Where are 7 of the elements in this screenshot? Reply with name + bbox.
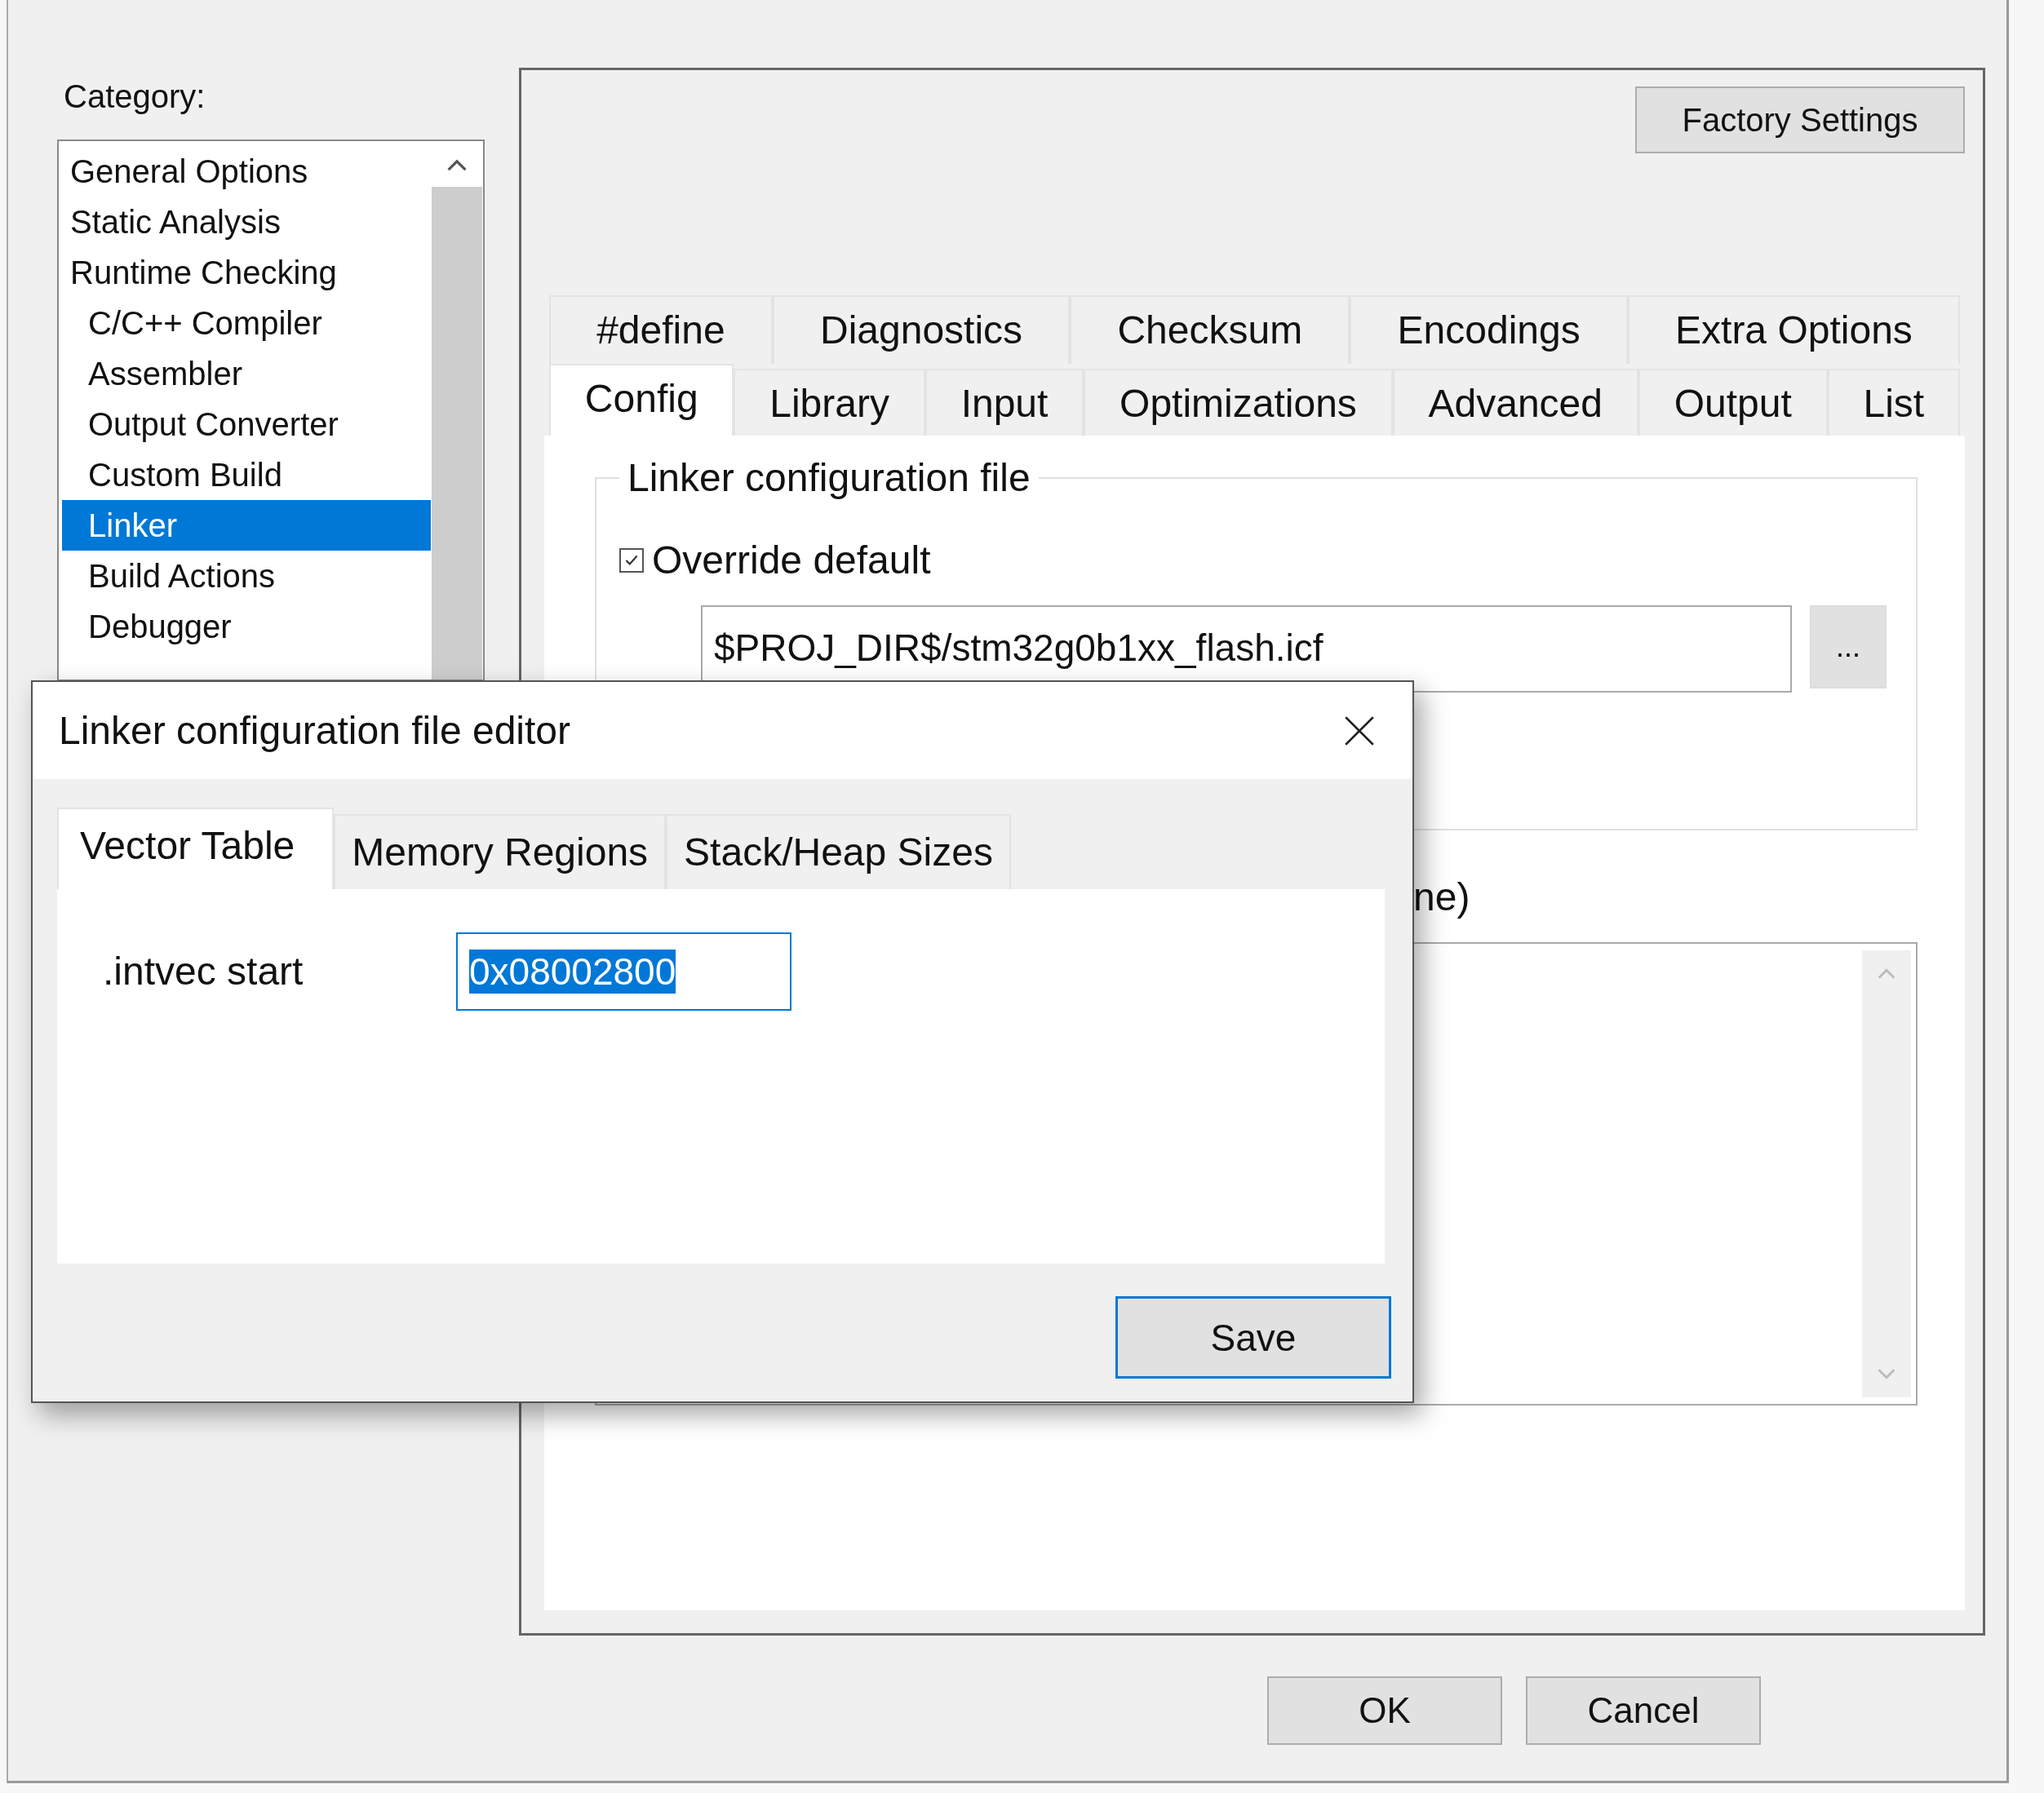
group-title: Linker configuration file (627, 455, 1031, 500)
field-label: ne) (1413, 874, 1471, 919)
checkbox-label: Override default (652, 538, 931, 582)
dialog-title: Linker configuration file editor (59, 708, 571, 753)
category-label: Category: (64, 78, 206, 115)
field-label: .intvec start (103, 949, 304, 994)
field-value: 0x08002800 (469, 950, 676, 994)
